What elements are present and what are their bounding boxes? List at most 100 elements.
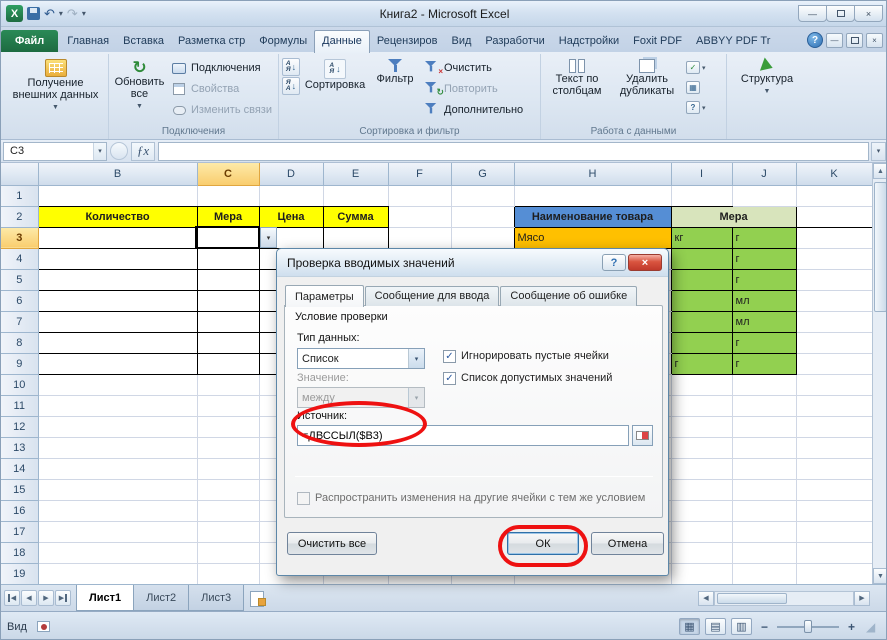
row-header-16[interactable]: 16 xyxy=(1,500,38,521)
text-to-columns-button[interactable]: Текст по столбцам xyxy=(544,56,610,124)
cell-C17[interactable] xyxy=(197,521,259,542)
cell-G1[interactable] xyxy=(451,185,514,206)
scroll-left-button[interactable]: ◀ xyxy=(698,591,714,606)
cell-J6[interactable]: мл xyxy=(732,290,796,311)
get-external-data-button[interactable]: Получение внешних данных ▼ xyxy=(6,56,105,124)
cell-I16[interactable] xyxy=(671,500,732,521)
col-header-D[interactable]: D xyxy=(259,163,323,185)
cell-J3[interactable]: г xyxy=(732,227,796,248)
cell-I15[interactable] xyxy=(671,479,732,500)
cell-B6[interactable] xyxy=(38,290,197,311)
cell-B14[interactable] xyxy=(38,458,197,479)
data-type-combobox[interactable]: Список ▾ xyxy=(297,348,425,369)
row-header-11[interactable]: 11 xyxy=(1,395,38,416)
zoom-out-button[interactable]: − xyxy=(757,619,772,634)
cell-B1[interactable] xyxy=(38,185,197,206)
cell-I17[interactable] xyxy=(671,521,732,542)
cell-K16[interactable] xyxy=(796,500,872,521)
apply-to-all-checkbox[interactable]: Распространить изменения на другие ячейк… xyxy=(297,492,645,505)
cell-J5[interactable]: г xyxy=(732,269,796,290)
cell-C18[interactable] xyxy=(197,542,259,563)
zoom-slider-thumb[interactable] xyxy=(804,620,812,633)
ribbon-tab-Формулы[interactable]: Формулы xyxy=(252,31,314,52)
row-header-15[interactable]: 15 xyxy=(1,479,38,500)
cell-K13[interactable] xyxy=(796,437,872,458)
sort-button[interactable]: АЯ ↓ Сортировка xyxy=(302,56,368,124)
vertical-scrollbar[interactable]: ▲ ▼ xyxy=(872,163,887,584)
cancel-button[interactable]: Отмена xyxy=(591,532,664,555)
cell-I14[interactable] xyxy=(671,458,732,479)
cell-K6[interactable] xyxy=(796,290,872,311)
row-header-6[interactable]: 6 xyxy=(1,290,38,311)
cell-I12[interactable] xyxy=(671,416,732,437)
cell-I3[interactable]: кг xyxy=(671,227,732,248)
ribbon-tab-Разработчи[interactable]: Разработчи xyxy=(478,31,551,52)
row-header-7[interactable]: 7 xyxy=(1,311,38,332)
undo-icon[interactable]: ↶ xyxy=(44,7,55,20)
cell-B13[interactable] xyxy=(38,437,197,458)
cell-J9[interactable]: г xyxy=(732,353,796,374)
connections-button[interactable]: Подключения xyxy=(169,58,275,78)
cell-K7[interactable] xyxy=(796,311,872,332)
ribbon-tab-Данные[interactable]: Данные xyxy=(314,30,370,53)
insert-function-button[interactable]: ƒx xyxy=(131,142,155,161)
cell-J10[interactable] xyxy=(732,374,796,395)
cell-C9[interactable] xyxy=(197,353,259,374)
excel-logo-icon[interactable]: X xyxy=(6,5,23,22)
cell-H3[interactable]: Мясо xyxy=(514,227,671,248)
ribbon-tab-Надстройки[interactable]: Надстройки xyxy=(552,31,626,52)
cell-K4[interactable] xyxy=(796,248,872,269)
row-header-3[interactable]: 3 xyxy=(1,227,38,248)
cell-B10[interactable] xyxy=(38,374,197,395)
cell-J18[interactable] xyxy=(732,542,796,563)
row-header-8[interactable]: 8 xyxy=(1,332,38,353)
cell-F3[interactable] xyxy=(388,227,451,248)
edit-links-button[interactable]: Изменить связи xyxy=(169,100,275,120)
cell-K15[interactable] xyxy=(796,479,872,500)
cell-I19[interactable] xyxy=(671,563,732,584)
col-header-B[interactable]: B xyxy=(38,163,197,185)
cell-J1[interactable] xyxy=(732,185,796,206)
cell-B18[interactable] xyxy=(38,542,197,563)
cell-I18[interactable] xyxy=(671,542,732,563)
row-header-17[interactable]: 17 xyxy=(1,521,38,542)
cell-C16[interactable] xyxy=(197,500,259,521)
ribbon-tab-Главная[interactable]: Главная xyxy=(60,31,116,52)
row-header-10[interactable]: 10 xyxy=(1,374,38,395)
sheet-tab-Лист3[interactable]: Лист3 xyxy=(188,585,244,611)
cell-I5[interactable] xyxy=(671,269,732,290)
cell-G2[interactable] xyxy=(451,206,514,227)
remove-duplicates-button[interactable]: Удалить дубликаты xyxy=(612,56,682,124)
cell-I8[interactable] xyxy=(671,332,732,353)
cell-K9[interactable] xyxy=(796,353,872,374)
col-header-G[interactable]: G xyxy=(451,163,514,185)
cell-J11[interactable] xyxy=(732,395,796,416)
formula-bar-expand-icon[interactable]: ▾ xyxy=(871,142,886,161)
clear-filter-button[interactable]: × Очистить xyxy=(422,58,526,78)
cell-J4[interactable]: г xyxy=(732,248,796,269)
dialog-tab-Параметры[interactable]: Параметры xyxy=(285,285,364,307)
qat-customize-icon[interactable]: ▾ xyxy=(82,9,86,18)
clear-all-button[interactable]: Очистить все xyxy=(287,532,377,555)
scroll-right-button[interactable]: ▶ xyxy=(854,591,870,606)
sheet-tab-Лист2[interactable]: Лист2 xyxy=(133,585,189,611)
cell-B19[interactable] xyxy=(38,563,197,584)
col-header-J[interactable]: J xyxy=(732,163,796,185)
ribbon-tab-Файл[interactable]: Файл xyxy=(1,30,58,52)
what-if-analysis-button[interactable]: ? ▾ xyxy=(684,98,708,117)
redo-icon[interactable]: ↷ xyxy=(67,7,78,20)
cell-J13[interactable] xyxy=(732,437,796,458)
data-validation-button[interactable]: ✓ ▾ xyxy=(684,58,708,77)
horizontal-scrollbar[interactable]: ◀ ▶ xyxy=(698,590,870,607)
cell-J16[interactable] xyxy=(732,500,796,521)
in-cell-dropdown-checkbox[interactable]: ✓ Список допустимых значений xyxy=(443,372,612,385)
properties-button[interactable]: Свойства xyxy=(169,79,275,99)
cell-B3[interactable] xyxy=(38,227,197,248)
dialog-tab-Сообщение для ввода[interactable]: Сообщение для ввода xyxy=(365,286,500,306)
workbook-close-button[interactable]: × xyxy=(866,33,883,48)
cell-I10[interactable] xyxy=(671,374,732,395)
last-sheet-button[interactable]: ▶ xyxy=(55,590,71,606)
cell-I11[interactable] xyxy=(671,395,732,416)
ribbon-tab-Рецензиров[interactable]: Рецензиров xyxy=(370,31,445,52)
macro-record-icon[interactable] xyxy=(37,621,50,632)
